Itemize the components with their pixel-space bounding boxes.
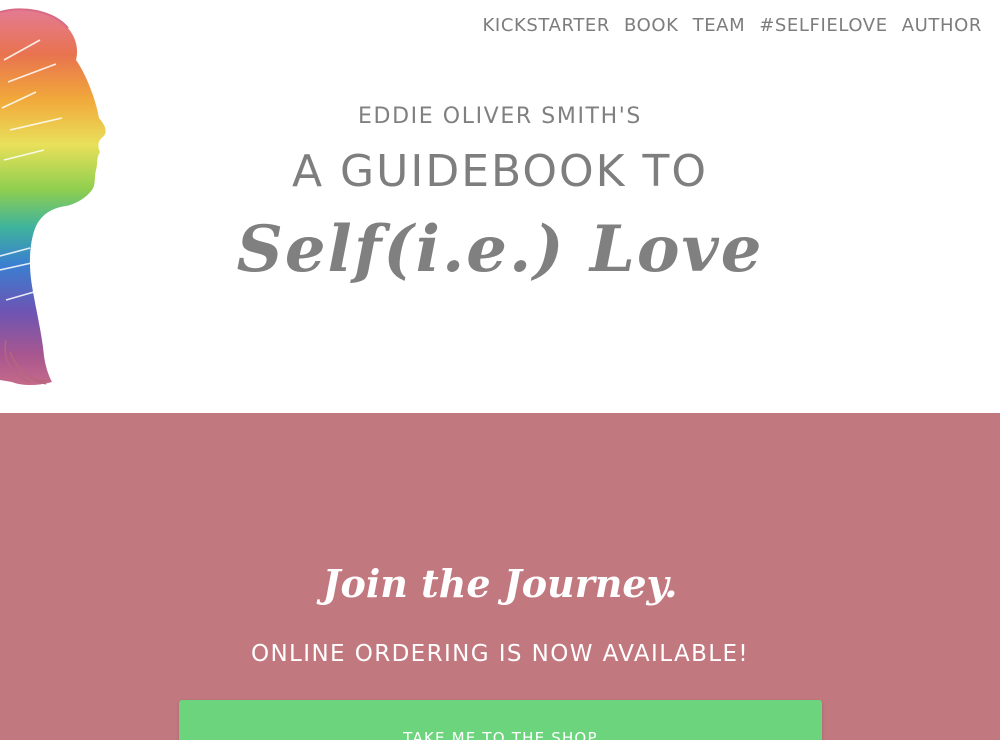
hero-section: EDDIE OLIVER SMITH'S A GUIDEBOOK TO Self… bbox=[0, 0, 1000, 413]
nav-team-link[interactable]: TEAM bbox=[693, 15, 746, 36]
nav-selfielove-link[interactable]: #SELFIELOVE bbox=[759, 15, 887, 36]
rainbow-silhouette-logo bbox=[0, 8, 106, 386]
top-navigation: KICKSTARTER BOOK TEAM #SELFIELOVE AUTHOR bbox=[483, 15, 982, 36]
book-script-title: Self(i.e.) Love bbox=[236, 212, 764, 287]
nav-kickstarter-link[interactable]: KICKSTARTER bbox=[483, 15, 611, 36]
nav-author-link[interactable]: AUTHOR bbox=[902, 15, 982, 36]
nav-book-link[interactable]: BOOK bbox=[624, 15, 679, 36]
ordering-announcement: ONLINE ORDERING IS NOW AVAILABLE! bbox=[250, 641, 750, 667]
journey-heading: Join the Journey. bbox=[322, 561, 678, 606]
shop-button[interactable]: TAKE ME TO THE SHOP bbox=[179, 700, 822, 740]
author-name: EDDIE OLIVER SMITH'S bbox=[358, 104, 642, 129]
journey-section: Join the Journey. ONLINE ORDERING IS NOW… bbox=[0, 413, 1000, 740]
book-title: A GUIDEBOOK TO bbox=[291, 146, 709, 197]
